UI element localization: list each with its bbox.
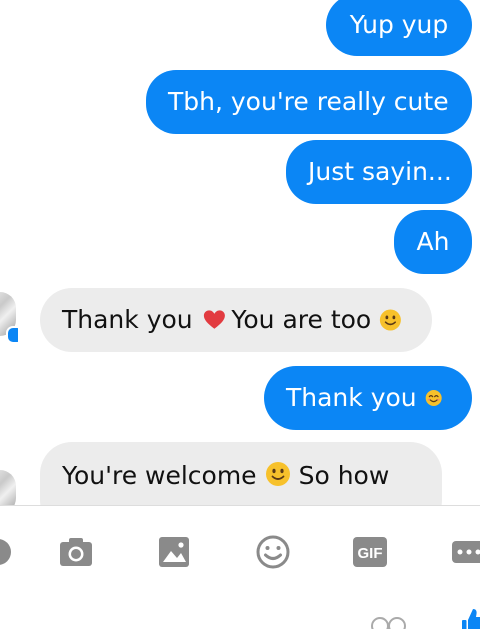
gallery-icon[interactable] <box>154 532 194 572</box>
message-bubble-outgoing[interactable]: Tbh, you're really cute <box>146 70 472 134</box>
red-heart-icon <box>203 310 225 329</box>
contact-avatar[interactable] <box>0 292 18 352</box>
message-text: Yup yup <box>349 10 449 39</box>
thumbs-up-icon[interactable] <box>462 606 480 629</box>
messenger-badge-icon <box>6 326 18 344</box>
message-bubble-outgoing[interactable]: Just sayin... <box>286 140 472 204</box>
stickers-icon[interactable] <box>370 614 408 629</box>
message-text: Ah <box>416 227 450 256</box>
message-bubble-incoming[interactable]: You're welcome So how <box>40 442 442 505</box>
gif-icon[interactable]: GIF <box>350 532 390 572</box>
message-bubble-outgoing[interactable]: Yup yup <box>326 0 472 56</box>
emoji-icon[interactable] <box>253 532 293 572</box>
message-bubble-outgoing[interactable]: Thank you <box>264 366 472 430</box>
more-icon[interactable] <box>450 532 480 572</box>
camera-icon[interactable] <box>56 532 96 572</box>
slightly-smiling-face-icon <box>265 462 290 486</box>
composer-toolbar: GIF <box>0 506 480 594</box>
message-text: Tbh, you're really cute <box>168 87 449 116</box>
slightly-smiling-face-icon <box>380 309 402 331</box>
message-text: Thank you <box>286 383 417 412</box>
message-bubble-outgoing[interactable]: Ah <box>394 210 472 274</box>
message-thread[interactable]: Yup yup Tbh, you're really cute Just say… <box>0 0 480 505</box>
contact-avatar[interactable] <box>0 470 18 505</box>
message-bubble-incoming[interactable]: Thank you You are too <box>40 288 432 352</box>
message-text: You're welcome <box>62 461 257 490</box>
partial-icon[interactable] <box>0 532 18 572</box>
composer-input-row <box>0 594 480 629</box>
message-text: So how <box>298 461 390 490</box>
messenger-conversation-screen: Yup yup Tbh, you're really cute Just say… <box>0 0 480 629</box>
avatar-photo <box>0 470 16 505</box>
gif-label: GIF <box>358 545 383 562</box>
smiling-face-with-smiling-eyes-icon <box>425 389 442 407</box>
message-text: Thank you <box>62 305 193 334</box>
message-text: You are too <box>231 305 372 334</box>
message-text: Just sayin... <box>308 157 452 186</box>
